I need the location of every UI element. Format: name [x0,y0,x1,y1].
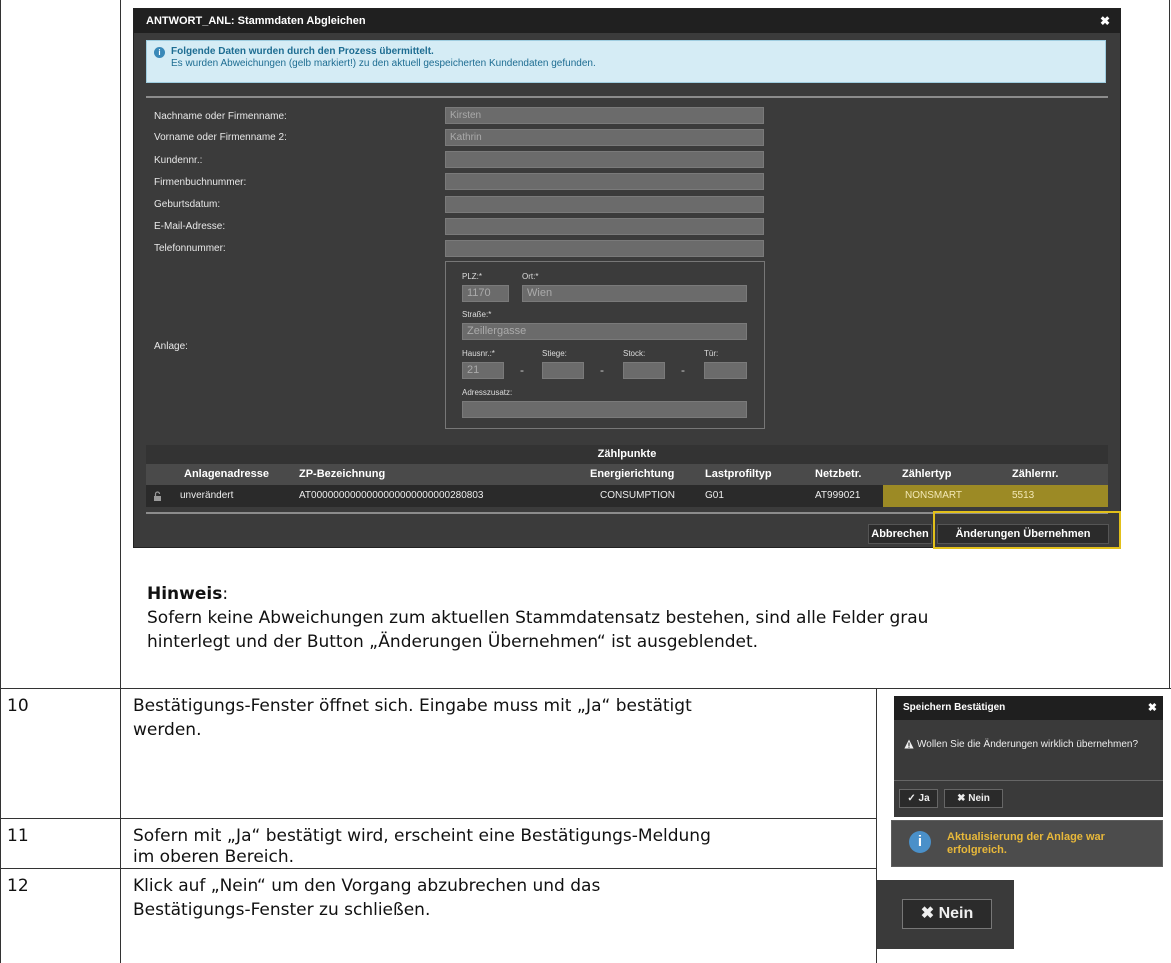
col-header: Anlagenadresse [184,468,269,480]
cell-zp-bezeichnung: AT0000000000000000000000000280803 [299,490,484,501]
confirm-dialog: Speichern Bestätigen ✖ Wollen Sie die Än… [894,696,1163,817]
step-number: 10 [7,696,29,716]
cell-lastprofiltyp: G01 [705,490,724,501]
adresszusatz-label: Adresszusatz: [462,388,513,397]
tuer-field[interactable] [704,362,747,379]
table-row[interactable]: unverändert AT00000000000000000000000002… [146,485,1108,507]
zaehlpunkte-header-row: Anlagenadresse ZP-Bezeichnung Energieric… [146,464,1108,485]
field-label-email: E-Mail-Adresse: [154,221,226,232]
field-label-telefon: Telefonnummer: [154,243,226,254]
tuer-label: Tür: [704,349,719,358]
info-icon: i [154,47,165,58]
nachname-field[interactable]: Kirsten [445,107,764,124]
hinweis-note: Hinweis: Sofern keine Abweichungen zum a… [147,582,1147,654]
no-button[interactable]: ✖ Nein [944,789,1003,808]
geburtsdatum-field[interactable] [445,196,764,213]
table-border [1169,0,1170,689]
confirm-title: Speichern Bestätigen [903,702,1006,713]
cancel-button[interactable]: Abbrechen [868,524,932,544]
dialog-titlebar: ANTWORT_ANL: Stammdaten Abgleichen ✖ [134,9,1120,33]
email-field[interactable] [445,218,764,235]
strasse-label: Straße:* [462,310,492,319]
step-text: im oberen Bereich. [133,847,295,867]
ort-field[interactable]: Wien [522,285,747,302]
hausnr-field[interactable]: 21 [462,362,504,379]
col-header: Zählertyp [902,468,952,480]
stock-label: Stock: [623,349,646,358]
cell-zaehlernr: 5513 [993,485,1108,507]
firmenbuchnummer-field[interactable] [445,173,764,190]
col-header: Lastprofiltyp [705,468,772,480]
hinweis-line: hinterlegt und der Button „Änderungen Üb… [147,632,759,652]
hinweis-colon: : [222,584,229,604]
hinweis-heading: Hinweis [147,584,223,604]
stock-field[interactable] [623,362,665,379]
table-border [0,868,877,869]
warning-icon [904,739,914,749]
nein-button-preview: ✖ Nein [877,880,1014,949]
separator-dash: - [681,363,685,377]
field-label-nachname: Nachname oder Firmenname: [154,111,287,122]
info-icon: i [909,831,931,853]
zaehlpunkte-title: Zählpunkte [146,445,1108,464]
close-icon[interactable]: ✖ [1100,9,1110,33]
table-border [0,688,1171,689]
separator-dash: - [520,363,524,377]
field-label-vorname: Vorname oder Firmenname 2: [154,132,287,143]
step-text: werden. [133,720,202,740]
info-title: Folgende Daten wurden durch den Prozess … [171,46,434,57]
divider [146,96,1108,98]
col-header: ZP-Bezeichnung [299,468,386,480]
success-line: erfolgreich. [947,844,1007,856]
col-header: Netzbetr. [815,468,862,480]
adresszusatz-field[interactable] [462,401,747,418]
cell-energierichtung: CONSUMPTION [600,490,675,501]
success-message: i Aktualisierung der Anlage war erfolgre… [891,820,1163,867]
separator-dash: - [600,363,604,377]
field-label-kundennr: Kundennr.: [154,155,203,166]
info-text: Es wurden Abweichungen (gelb markiert!) … [171,58,596,69]
field-label-geburtsdatum: Geburtsdatum: [154,199,221,210]
kundennr-field[interactable] [445,151,764,168]
col-header: Energierichtung [590,468,675,480]
divider [894,780,1163,781]
hinweis-line: Sofern keine Abweichungen zum aktuellen … [147,608,929,628]
plz-label: PLZ:* [462,272,483,281]
strasse-field[interactable]: Zeillergasse [462,323,747,340]
yes-button[interactable]: ✓ Ja [899,789,938,808]
field-label-firmenbuchnummer: Firmenbuchnummer: [154,177,247,188]
stammdaten-dialog: ANTWORT_ANL: Stammdaten Abgleichen ✖ i F… [133,8,1121,549]
step-number: 12 [7,876,29,896]
address-group: PLZ:* Ort:* 1170 Wien Straße:* Zeillerga… [445,261,765,429]
ort-label: Ort:* [522,272,539,281]
confirm-message: Wollen Sie die Änderungen wirklich übern… [917,739,1139,750]
dialog-title: ANTWORT_ANL: Stammdaten Abgleichen [146,15,366,27]
stiege-field[interactable] [542,362,584,379]
step-number: 11 [7,826,29,846]
info-box: i Folgende Daten wurden durch den Prozes… [146,40,1106,83]
table-border [0,818,877,819]
cell-anlagenadresse: unverändert [180,490,234,501]
step-text: Klick auf „Nein“ um den Vorgang abzubrec… [133,876,601,896]
highlight-frame [933,511,1121,549]
vorname-field[interactable]: Kathrin [445,129,764,146]
no-button[interactable]: ✖ Nein [902,899,992,929]
step-text: Bestätigungs-Fenster öffnet sich. Eingab… [133,696,692,716]
step-text: Bestätigungs-Fenster zu schließen. [133,900,431,920]
cell-zaehlertyp: NONSMART [883,485,993,507]
close-icon[interactable]: ✖ [1148,696,1157,720]
anlage-label: Anlage: [154,341,188,352]
plz-field[interactable]: 1170 [462,285,509,302]
success-line: Aktualisierung der Anlage war [947,831,1105,843]
telefon-field[interactable] [445,240,764,257]
success-text: Aktualisierung der Anlage war erfolgreic… [947,831,1147,857]
hausnr-label: Hausnr.:* [462,349,495,358]
unlock-icon [154,491,161,501]
col-header: Zählernr. [1012,468,1059,480]
stiege-label: Stiege: [542,349,567,358]
cell-netzbetreiber: AT999021 [815,490,861,501]
confirm-titlebar: Speichern Bestätigen ✖ [894,696,1163,720]
